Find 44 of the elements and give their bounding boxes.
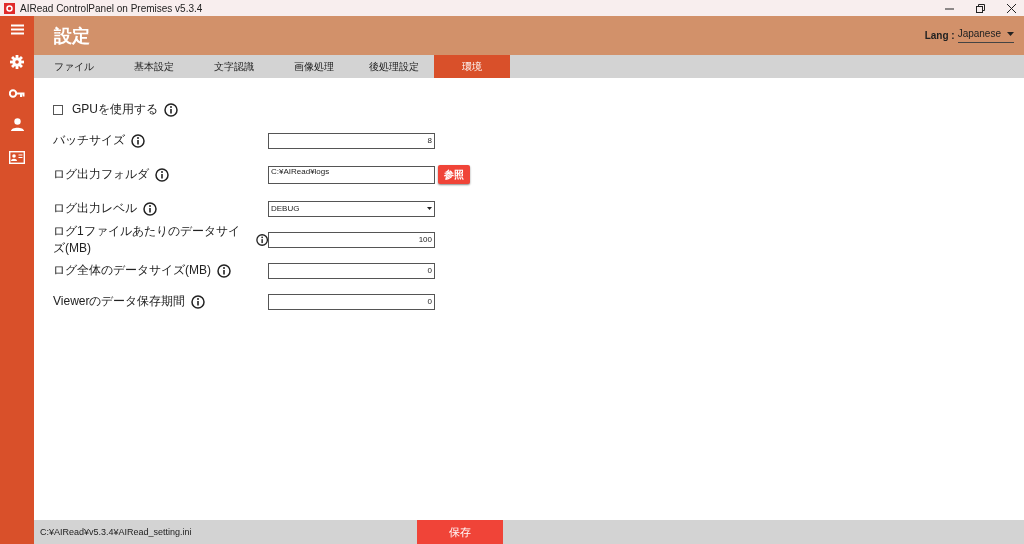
window-title: AIRead ControlPanel on Premises v5.3.4 bbox=[20, 2, 203, 14]
input-field[interactable]: 8 bbox=[268, 132, 435, 149]
file-path: C:¥AIRead¥v5.3.4¥AIRead_setting.ini bbox=[40, 527, 193, 537]
key-icon[interactable] bbox=[9, 89, 25, 98]
tab[interactable]: 画像処理 bbox=[274, 55, 354, 78]
language-label: Lang : bbox=[924, 30, 955, 41]
setting-label: ログ出力レベル bbox=[53, 200, 137, 217]
user-icon[interactable] bbox=[10, 118, 24, 131]
caret-icon bbox=[427, 207, 432, 210]
close-icon[interactable] bbox=[1007, 3, 1016, 13]
info-icon[interactable] bbox=[164, 102, 178, 117]
tab[interactable]: 文字認識 bbox=[194, 55, 274, 78]
tab[interactable]: 後処理設定 bbox=[354, 55, 434, 78]
setting-label: バッチサイズ bbox=[53, 132, 125, 149]
tab[interactable]: 環境 bbox=[434, 55, 510, 78]
info-icon[interactable] bbox=[131, 133, 145, 148]
checkbox[interactable] bbox=[53, 104, 63, 115]
info-icon[interactable] bbox=[143, 201, 157, 216]
restore-icon[interactable] bbox=[976, 3, 985, 13]
setting-label: ログ全体のデータサイズ(MB) bbox=[53, 262, 211, 279]
save-button[interactable]: 保存 bbox=[417, 520, 503, 544]
setting-label: ログ出力フォルダ bbox=[53, 166, 149, 183]
caret-icon bbox=[1007, 31, 1014, 36]
info-icon[interactable] bbox=[217, 263, 231, 278]
dropdown-field[interactable]: DEBUG bbox=[268, 200, 435, 217]
setting-label: ログ1ファイルあたりのデータサイズ(MB) bbox=[53, 222, 241, 257]
menu-icon[interactable] bbox=[10, 24, 24, 35]
app-logo-icon bbox=[4, 2, 15, 14]
browse-button[interactable]: 参照 bbox=[438, 165, 470, 184]
input-field[interactable]: 100 bbox=[268, 231, 435, 248]
info-icon[interactable] bbox=[255, 232, 268, 247]
settings-icon[interactable] bbox=[10, 55, 24, 69]
input-field[interactable]: 0 bbox=[268, 293, 435, 310]
info-icon[interactable] bbox=[191, 294, 206, 309]
tab[interactable]: 基本設定 bbox=[114, 55, 194, 78]
language-dropdown[interactable]: Japanese bbox=[957, 28, 1014, 43]
input-field[interactable]: 0 bbox=[268, 262, 435, 279]
input-field[interactable]: C:¥AIRead¥logs bbox=[268, 165, 435, 184]
setting-label: Viewerのデータ保存期間 bbox=[53, 293, 186, 310]
setting-label: GPUを使用する bbox=[72, 101, 158, 118]
tab[interactable]: ファイル bbox=[34, 55, 114, 78]
page-title: 設定 bbox=[54, 24, 90, 48]
id-card-icon[interactable] bbox=[9, 151, 25, 164]
info-icon[interactable] bbox=[155, 167, 169, 182]
